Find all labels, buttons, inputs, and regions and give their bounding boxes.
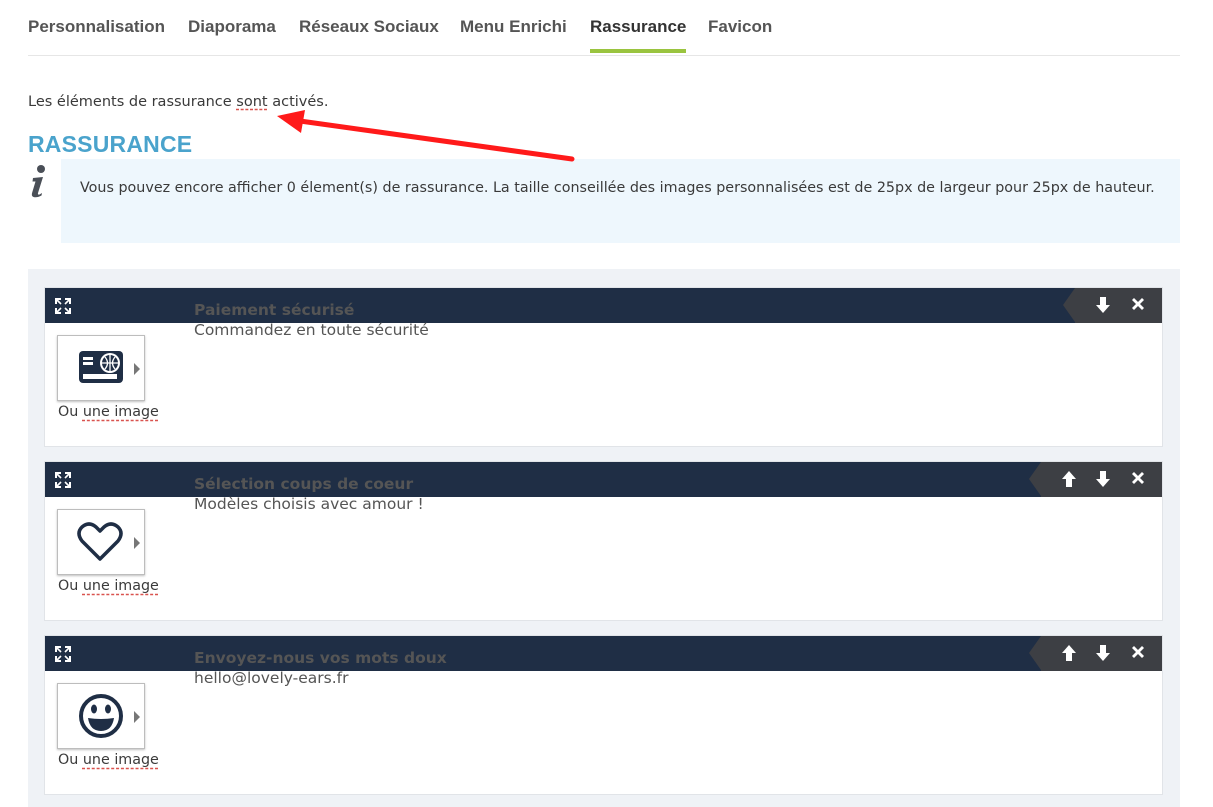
tab-menu-enrichi[interactable]: Menu Enrichi — [460, 17, 567, 37]
tab-rassurance[interactable]: Rassurance — [590, 17, 687, 53]
delete-icon[interactable] — [1127, 468, 1149, 490]
image-prefix: Ou — [58, 578, 83, 594]
picker-caret-icon — [134, 711, 140, 723]
image-picker[interactable] — [57, 335, 145, 401]
reassurance-item: Ou une image Sélection coups de coeur Mo… — [44, 461, 1163, 621]
tab-rassurance-label: Rassurance — [590, 17, 687, 36]
move-up-icon[interactable] — [1058, 642, 1080, 664]
credit-card-globe-icon — [79, 351, 123, 383]
tab-diaporama[interactable]: Diaporama — [188, 17, 276, 37]
image-picker[interactable] — [57, 509, 145, 575]
active-tab-indicator — [590, 49, 687, 53]
reassurance-item: Ou une image Paiement sécurisé Commandez… — [44, 287, 1163, 447]
reassurance-item: Ou une image Envoyez-nous vos mots doux … — [44, 635, 1163, 795]
upload-image-link[interactable]: une image — [83, 752, 159, 768]
image-prefix: Ou — [58, 752, 83, 768]
heart-icon — [77, 522, 123, 561]
info-icon — [31, 165, 45, 198]
move-down-icon[interactable] — [1092, 642, 1114, 664]
tab-reseaux-sociaux[interactable]: Réseaux Sociaux — [299, 17, 439, 37]
image-prefix: Ou — [58, 404, 83, 420]
tab-bar: Personnalisation Diaporama Réseaux Socia… — [28, 0, 1180, 56]
status-prefix: Les éléments de rassurance — [28, 94, 237, 110]
item-subtitle[interactable]: Commandez en toute sécurité — [194, 321, 429, 339]
status-suffix: activés. — [267, 94, 329, 110]
item-controls — [1063, 288, 1162, 323]
expand-drag-icon[interactable] — [54, 645, 72, 663]
upload-image-option: Ou une image — [58, 404, 159, 420]
status-message: Les éléments de rassurance sont activés. — [28, 94, 328, 110]
tab-personnalisation[interactable]: Personnalisation — [28, 17, 165, 37]
move-up-icon[interactable] — [1058, 468, 1080, 490]
item-subtitle[interactable]: hello@lovely-ears.fr — [194, 669, 349, 687]
delete-icon[interactable] — [1127, 642, 1149, 664]
upload-image-option: Ou une image — [58, 752, 159, 768]
expand-drag-icon[interactable] — [54, 297, 72, 315]
picker-caret-icon — [134, 363, 140, 375]
tab-favicon[interactable]: Favicon — [708, 17, 772, 37]
section-title: RASSURANCE — [28, 131, 193, 157]
status-toggle-link[interactable]: sont — [236, 94, 267, 110]
move-down-icon[interactable] — [1092, 294, 1114, 316]
delete-icon[interactable] — [1127, 294, 1149, 316]
item-controls — [1029, 462, 1162, 497]
item-title[interactable]: Paiement sécurisé — [194, 301, 354, 319]
smiley-icon — [79, 694, 123, 738]
upload-image-option: Ou une image — [58, 578, 159, 594]
upload-image-link[interactable]: une image — [83, 404, 159, 420]
move-down-icon[interactable] — [1092, 468, 1114, 490]
picker-caret-icon — [134, 537, 140, 549]
info-box: Vous pouvez encore afficher 0 élement(s)… — [61, 159, 1180, 243]
expand-drag-icon[interactable] — [54, 471, 72, 489]
item-title[interactable]: Sélection coups de coeur — [194, 475, 413, 493]
item-controls — [1029, 636, 1162, 671]
image-picker[interactable] — [57, 683, 145, 749]
item-subtitle[interactable]: Modèles choisis avec amour ! — [194, 495, 424, 513]
item-title[interactable]: Envoyez-nous vos mots doux — [194, 649, 447, 667]
info-text: Vous pouvez encore afficher 0 élement(s)… — [80, 180, 1155, 196]
upload-image-link[interactable]: une image — [83, 578, 159, 594]
